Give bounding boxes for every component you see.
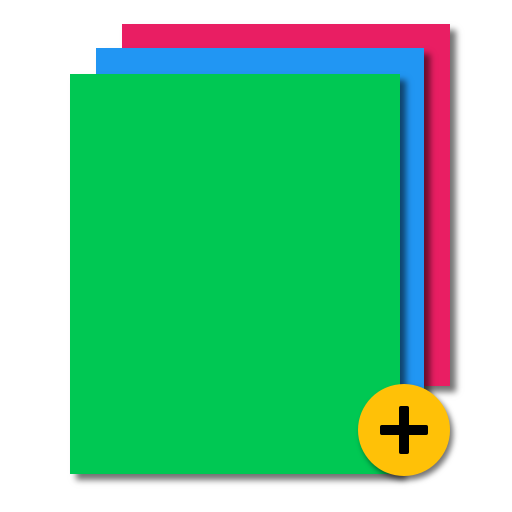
new-document-stack-icon <box>0 0 512 512</box>
plus-icon <box>380 406 428 454</box>
add-badge[interactable] <box>358 384 450 476</box>
front-sheet <box>70 74 400 474</box>
